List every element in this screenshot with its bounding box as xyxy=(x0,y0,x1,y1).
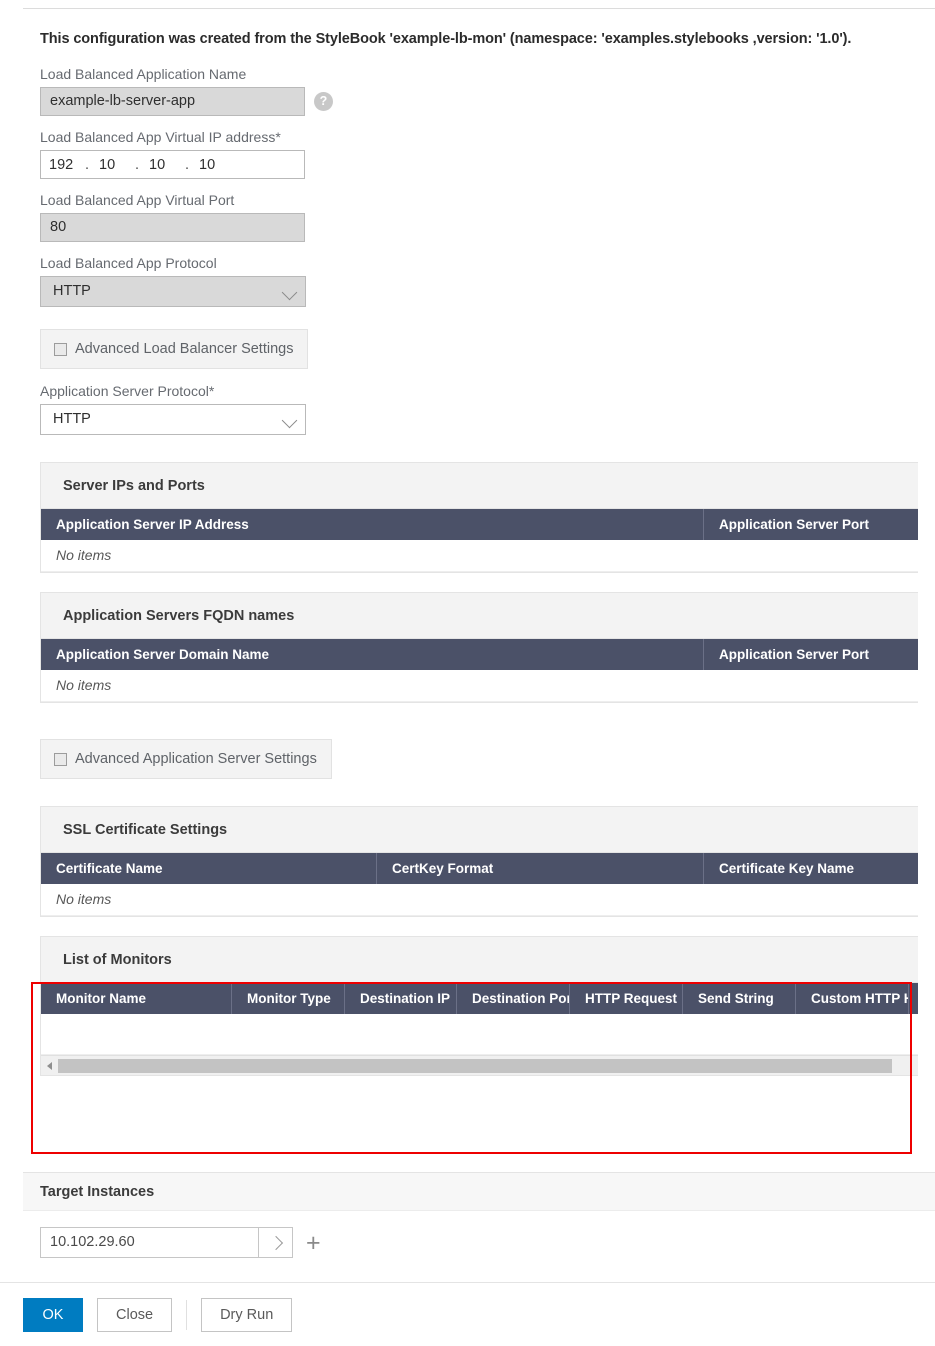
advanced-app-server-settings-checkbox[interactable] xyxy=(54,752,67,766)
grid-title: List of Monitors xyxy=(41,937,918,983)
column-header-certkey-format[interactable]: CertKey Format xyxy=(377,853,704,884)
column-header-app-server-port[interactable]: Application Server Port xyxy=(704,639,918,670)
footer-divider xyxy=(186,1300,188,1330)
ip-separator-3: . xyxy=(184,156,190,173)
field-virtual-ip: Load Balanced App Virtual IP address* 19… xyxy=(40,129,918,179)
grid-title: SSL Certificate Settings xyxy=(41,807,918,853)
grid-ssl-certificate-settings: SSL Certificate Settings Certificate Nam… xyxy=(40,806,918,917)
close-button[interactable]: Close xyxy=(97,1298,173,1332)
ip-octet-4[interactable]: 10 xyxy=(197,157,227,173)
grid-body: No items xyxy=(41,540,918,572)
stylebook-configuration-page: This configuration was created from the … xyxy=(0,0,935,1346)
lb-protocol-value: HTTP xyxy=(53,283,91,299)
target-instances-body: 10.102.29.60 + xyxy=(23,1211,935,1258)
grid-empty-message: No items xyxy=(56,547,112,563)
dialog-footer: OK Close Dry Run xyxy=(0,1282,935,1332)
column-header-custom-http-headers[interactable]: Custom HTTP Headers xyxy=(796,983,909,1014)
target-instance-value[interactable]: 10.102.29.60 xyxy=(41,1228,258,1257)
chevron-right-icon[interactable] xyxy=(258,1228,292,1257)
app-name-label: Load Balanced Application Name xyxy=(40,66,247,82)
chevron-left-icon[interactable] xyxy=(41,1056,58,1075)
grid-title: Server IPs and Ports xyxy=(41,463,918,509)
grid-list-of-monitors: List of Monitors Monitor Name Monitor Ty… xyxy=(40,936,918,1076)
column-header-app-server-ip[interactable]: Application Server IP Address xyxy=(41,509,704,540)
grid-empty-message: No items xyxy=(56,677,112,693)
app-protocol-value: HTTP xyxy=(53,411,91,427)
ip-octet-2[interactable]: 10 xyxy=(97,157,127,173)
scrollbar-track[interactable] xyxy=(58,1058,918,1073)
plus-icon[interactable]: + xyxy=(306,1230,321,1255)
help-icon[interactable]: ? xyxy=(314,92,333,111)
grid-header-row: Monitor Name Monitor Type Destination IP… xyxy=(41,983,918,1014)
virtual-ip-label: Load Balanced App Virtual IP address* xyxy=(40,129,281,145)
app-protocol-label: Application Server Protocol* xyxy=(40,383,215,399)
column-header-monitor-name[interactable]: Monitor Name xyxy=(41,983,232,1014)
column-header-send-string[interactable]: Send String xyxy=(683,983,796,1014)
horizontal-scrollbar[interactable] xyxy=(41,1055,918,1075)
column-header-certificate-key-name[interactable]: Certificate Key Name xyxy=(704,853,918,884)
virtual-ip-input[interactable]: 192 . 10 . 10 . 10 xyxy=(40,150,305,179)
app-name-input[interactable]: example-lb-server-app xyxy=(40,87,305,116)
field-app-protocol: Application Server Protocol* HTTP xyxy=(40,383,918,435)
ip-octet-1[interactable]: 192 xyxy=(47,157,77,173)
grid-header-row: Application Server IP Address Applicatio… xyxy=(41,509,918,540)
advanced-app-server-settings-label: Advanced Application Server Settings xyxy=(75,751,317,767)
grid-empty-message: No items xyxy=(56,891,112,907)
lb-protocol-select[interactable]: HTTP xyxy=(40,276,306,307)
ok-button[interactable]: OK xyxy=(23,1298,83,1332)
column-header-destination-port[interactable]: Destination Port xyxy=(457,983,570,1014)
grid-application-servers-fqdn: Application Servers FQDN names Applicati… xyxy=(40,592,918,703)
target-instance-select[interactable]: 10.102.29.60 xyxy=(40,1227,293,1258)
grid-header-row: Application Server Domain Name Applicati… xyxy=(41,639,918,670)
column-header-http-request[interactable]: HTTP Request xyxy=(570,983,683,1014)
advanced-lb-settings-toggle[interactable]: Advanced Load Balancer Settings xyxy=(40,329,309,369)
target-instances-section: Target Instances 10.102.29.60 + xyxy=(23,1172,935,1258)
advanced-lb-settings-checkbox[interactable] xyxy=(54,342,67,356)
chevron-down-icon xyxy=(281,284,298,301)
scrollbar-thumb[interactable] xyxy=(58,1058,893,1073)
advanced-lb-settings-label: Advanced Load Balancer Settings xyxy=(75,341,294,357)
virtual-port-input[interactable]: 80 xyxy=(40,213,305,242)
ip-separator-2: . xyxy=(134,156,140,173)
grid-body: No items xyxy=(41,884,918,916)
stylebook-origin-note: This configuration was created from the … xyxy=(40,31,852,47)
column-header-certificate-name[interactable]: Certificate Name xyxy=(41,853,377,884)
ip-separator-1: . xyxy=(84,156,90,173)
advanced-app-server-settings-toggle[interactable]: Advanced Application Server Settings xyxy=(40,739,332,779)
field-lb-protocol: Load Balanced App Protocol HTTP xyxy=(40,255,918,307)
column-header-monitor-type[interactable]: Monitor Type xyxy=(232,983,345,1014)
column-header-app-server-domain-name[interactable]: Application Server Domain Name xyxy=(41,639,704,670)
configuration-panel: This configuration was created from the … xyxy=(23,8,935,1080)
grid-server-ips-and-ports: Server IPs and Ports Application Server … xyxy=(40,462,918,573)
configuration-form: This configuration was created from the … xyxy=(23,9,935,1076)
grid-header-row: Certificate Name CertKey Format Certific… xyxy=(41,853,918,884)
column-header-app-server-port[interactable]: Application Server Port xyxy=(704,509,918,540)
column-header-destination-ip[interactable]: Destination IP xyxy=(345,983,457,1014)
grid-body: No items xyxy=(41,670,918,702)
virtual-port-label: Load Balanced App Virtual Port xyxy=(40,192,235,208)
dry-run-button[interactable]: Dry Run xyxy=(201,1298,293,1332)
app-name-row: example-lb-server-app ? xyxy=(40,87,918,116)
field-app-name: Load Balanced Application Name example-l… xyxy=(40,66,918,116)
ip-octet-3[interactable]: 10 xyxy=(147,157,177,173)
lb-protocol-label: Load Balanced App Protocol xyxy=(40,255,217,271)
target-instances-title: Target Instances xyxy=(23,1173,935,1211)
grid-body xyxy=(41,1014,918,1055)
chevron-down-icon xyxy=(281,412,298,429)
grid-title: Application Servers FQDN names xyxy=(41,593,918,639)
field-virtual-port: Load Balanced App Virtual Port 80 xyxy=(40,192,918,242)
app-protocol-select[interactable]: HTTP xyxy=(40,404,306,435)
